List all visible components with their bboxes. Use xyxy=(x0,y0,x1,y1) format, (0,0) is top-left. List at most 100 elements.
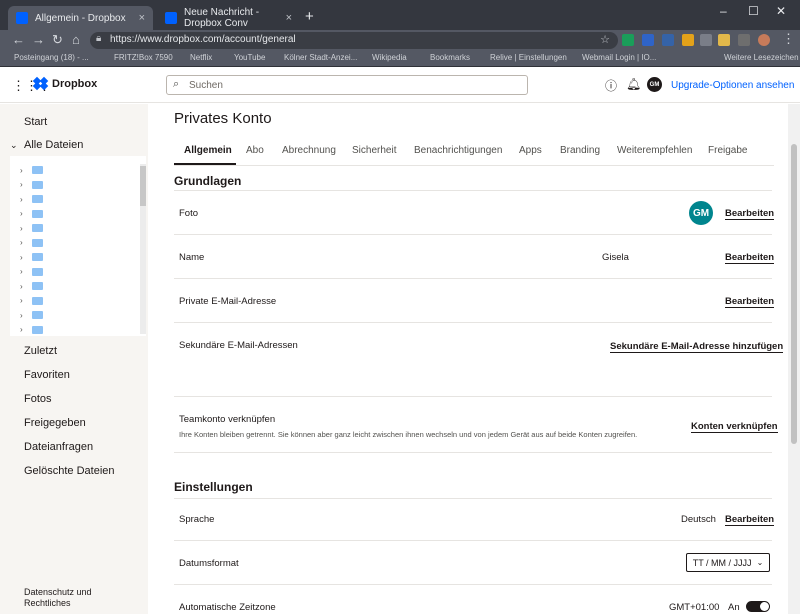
chevron-down-icon: ⌄ xyxy=(756,558,764,567)
folder-tree-row[interactable]: › xyxy=(20,280,43,292)
edit-email-button[interactable]: Bearbeiten xyxy=(725,296,775,308)
extension-icon[interactable] xyxy=(662,34,674,46)
tab-weiterempfehlen[interactable]: Weiterempfehlen xyxy=(617,145,692,156)
close-window-icon[interactable]: ✕ xyxy=(776,4,786,18)
edit-photo-button[interactable]: Bearbeiten xyxy=(725,208,775,220)
sidebar-item-zuletzt[interactable]: Zuletzt xyxy=(24,345,57,357)
extension-icon[interactable] xyxy=(622,34,634,46)
chevron-right-icon[interactable]: › xyxy=(20,282,32,291)
chevron-right-icon[interactable]: › xyxy=(20,253,32,262)
sidebar-item-dateianfragen[interactable]: Dateianfragen xyxy=(24,441,93,453)
close-tab-icon[interactable]: × xyxy=(139,12,145,24)
folder-tree-row[interactable]: › xyxy=(20,251,43,263)
folder-tree-row[interactable]: › xyxy=(20,193,43,205)
sidebar-item-favoriten[interactable]: Favoriten xyxy=(24,369,70,381)
folder-tree-row[interactable]: › xyxy=(20,309,43,321)
minimize-window-icon[interactable]: – xyxy=(720,4,727,18)
folder-tree-row[interactable]: › xyxy=(20,237,43,249)
chevron-right-icon[interactable]: › xyxy=(20,180,32,189)
active-tab-indicator xyxy=(174,163,236,165)
close-tab-icon[interactable]: × xyxy=(286,12,292,24)
bookmark-item[interactable]: Webmail Login | IO... xyxy=(582,53,656,62)
date-format-select[interactable]: TT / MM / JJJJ ⌄ xyxy=(686,553,770,572)
chevron-right-icon[interactable]: › xyxy=(20,166,32,175)
bookmark-item[interactable]: Kölner Stadt-Anzei... xyxy=(284,53,357,62)
browser-tab-allgemein[interactable]: Allgemein - Dropbox × xyxy=(8,6,153,30)
edit-language-button[interactable]: Bearbeiten xyxy=(725,514,775,526)
tab-freigabe[interactable]: Freigabe xyxy=(708,145,747,156)
tab-sicherheit[interactable]: Sicherheit xyxy=(352,145,396,156)
sidebar-item-all-files[interactable]: Alle Dateien xyxy=(24,139,83,151)
bookmark-item[interactable]: FRITZ!Box 7590 xyxy=(114,53,173,62)
upgrade-link[interactable]: Upgrade-Optionen ansehen xyxy=(671,80,794,91)
bookmark-item[interactable]: Netflix xyxy=(190,53,212,62)
folder-tree-row[interactable]: › xyxy=(20,266,43,278)
chevron-right-icon[interactable]: › xyxy=(20,209,32,218)
edit-name-button[interactable]: Bearbeiten xyxy=(725,252,775,264)
folder-extension-icon[interactable] xyxy=(718,34,730,46)
sidebar-item-geloeschte-dateien[interactable]: Gelöschte Dateien xyxy=(24,465,115,477)
dropbox-logo[interactable]: Dropbox xyxy=(32,76,97,91)
main-scroll-thumb[interactable] xyxy=(791,144,797,444)
folder-tree-row[interactable]: › xyxy=(20,179,43,191)
privacy-link[interactable]: Datenschutz und Rechtliches xyxy=(24,587,134,609)
address-bar[interactable]: 🔒︎ https://www.dropbox.com/account/gener… xyxy=(90,32,618,49)
chevron-right-icon[interactable]: › xyxy=(20,238,32,247)
tab-abo[interactable]: Abo xyxy=(246,145,264,156)
extension-icon[interactable] xyxy=(682,34,694,46)
profile-avatar-icon[interactable] xyxy=(758,34,770,46)
home-icon[interactable]: ⌂ xyxy=(72,32,80,47)
extension-icon[interactable] xyxy=(738,34,750,46)
browser-menu-icon[interactable]: ⋮ xyxy=(782,31,795,47)
user-avatar[interactable]: GM xyxy=(647,77,662,92)
link-accounts-button[interactable]: Konten verknüpfen xyxy=(691,421,778,433)
puzzle-extensions-icon[interactable] xyxy=(700,34,712,46)
chevron-down-icon[interactable]: ⌄ xyxy=(10,140,18,151)
add-secondary-email-button[interactable]: Sekundäre E-Mail-Adresse hinzufügen xyxy=(610,341,784,353)
tab-branding[interactable]: Branding xyxy=(560,145,600,156)
extension-icon[interactable] xyxy=(642,34,654,46)
tab-apps[interactable]: Apps xyxy=(519,145,542,156)
tab-abrechnung[interactable]: Abrechnung xyxy=(282,145,336,156)
chevron-right-icon[interactable]: › xyxy=(20,325,32,334)
new-tab-button[interactable]: + xyxy=(305,9,314,24)
folder-tree-row[interactable]: › xyxy=(20,208,43,220)
bookmark-item[interactable]: Weitere Lesezeichen xyxy=(724,53,799,62)
folder-tree-row[interactable]: › xyxy=(20,295,43,307)
reload-icon[interactable]: ↻ xyxy=(52,32,63,48)
tab-allgemein[interactable]: Allgemein xyxy=(184,145,232,156)
sidebar-item-start[interactable]: Start xyxy=(24,116,47,128)
help-icon[interactable]: ⓘ xyxy=(605,77,617,94)
search-icon: ⌕ xyxy=(173,78,180,90)
bookmark-item[interactable]: Relive | Einstellungen xyxy=(490,53,567,62)
search-input[interactable] xyxy=(189,78,519,92)
chevron-right-icon[interactable]: › xyxy=(20,267,32,276)
sidebar-item-freigegeben[interactable]: Freigegeben xyxy=(24,417,86,429)
chevron-right-icon[interactable]: › xyxy=(20,296,32,305)
folder-tree-scroll-thumb[interactable] xyxy=(140,166,146,206)
bell-icon[interactable]: 🔔︎ xyxy=(626,77,641,91)
folder-tree-row[interactable]: › xyxy=(20,164,43,176)
bookmark-item[interactable]: Posteingang (18) - ... xyxy=(14,53,89,62)
bookmark-item[interactable]: Wikipedia xyxy=(372,53,407,62)
profile-photo-avatar[interactable]: GM xyxy=(689,201,713,225)
bookmark-star-icon[interactable]: ☆ xyxy=(600,33,610,46)
maximize-window-icon[interactable]: ☐ xyxy=(748,4,759,18)
folder-tree-row[interactable]: › xyxy=(20,324,43,336)
timezone-toggle[interactable] xyxy=(746,601,770,612)
dropbox-favicon xyxy=(16,12,28,24)
back-arrow-icon[interactable]: ← xyxy=(12,32,25,47)
bookmark-item[interactable]: YouTube xyxy=(234,53,265,62)
folder-tree-row[interactable]: › xyxy=(20,222,43,234)
browser-tab-neue-nachricht[interactable]: Neue Nachricht - Dropbox Conv × xyxy=(157,6,300,30)
forward-arrow-icon[interactable]: → xyxy=(32,32,45,47)
chevron-right-icon[interactable]: › xyxy=(20,195,32,204)
tab-benachrichtigungen[interactable]: Benachrichtigungen xyxy=(414,145,502,156)
bookmark-item[interactable]: Bookmarks xyxy=(430,53,470,62)
folder-icon xyxy=(32,180,43,189)
main-scrollbar[interactable] xyxy=(788,104,800,614)
chevron-right-icon[interactable]: › xyxy=(20,224,32,233)
chevron-right-icon[interactable]: › xyxy=(20,311,32,320)
search-box[interactable]: ⌕ xyxy=(166,75,528,95)
sidebar-item-fotos[interactable]: Fotos xyxy=(24,393,52,405)
